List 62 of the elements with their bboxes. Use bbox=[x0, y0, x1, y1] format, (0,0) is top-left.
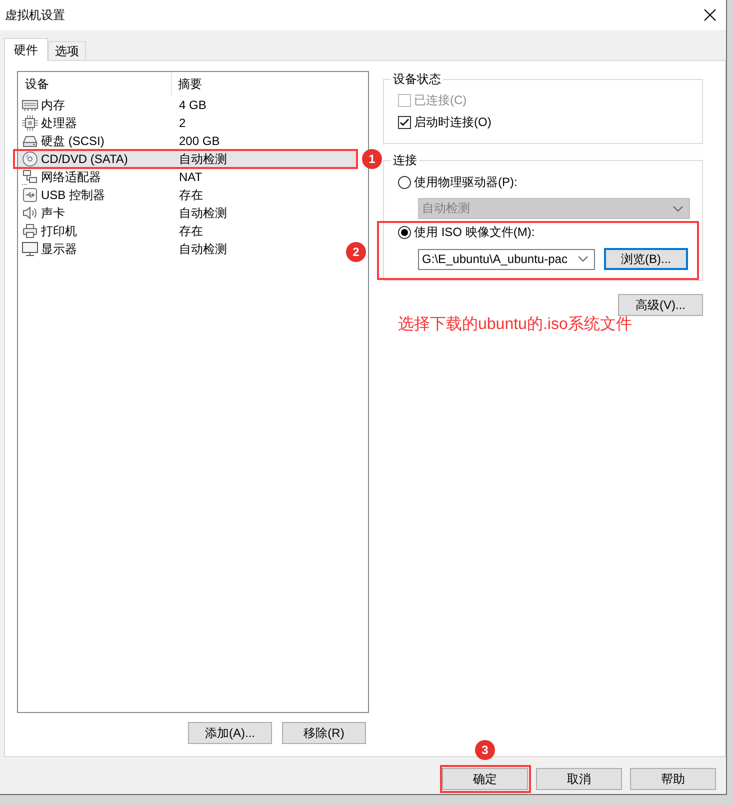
device-summary: 200 GB bbox=[179, 134, 220, 148]
step-badge: 1 bbox=[362, 149, 382, 169]
radio-label: 使用 ISO 映像文件(M): bbox=[414, 224, 535, 240]
network-icon bbox=[22, 169, 38, 185]
advanced-button[interactable]: 高级(V)... bbox=[618, 294, 703, 316]
device-name: 处理器 bbox=[41, 114, 77, 132]
device-row[interactable]: 网络适配器 NAT bbox=[18, 168, 202, 186]
device-row[interactable]: 打印机 存在 bbox=[18, 222, 203, 240]
annotation-note: 选择下载的ubuntu的.iso系统文件 bbox=[398, 316, 632, 334]
list-button[interactable]: 移除(R) bbox=[282, 722, 366, 744]
device-name: 打印机 bbox=[41, 222, 77, 240]
dialog-button[interactable]: 帮助 bbox=[630, 768, 716, 790]
device-row[interactable]: 硬盘 (SCSI) 200 GB bbox=[18, 132, 220, 150]
radio-button[interactable] bbox=[398, 226, 411, 238]
device-name: CD/DVD (SATA) bbox=[41, 152, 128, 166]
device-row[interactable]: 处理器 2 bbox=[18, 114, 186, 132]
dialog-button[interactable]: 确定 bbox=[442, 768, 528, 790]
hard-drive-icon bbox=[22, 133, 38, 149]
chevron-down-icon bbox=[673, 206, 683, 212]
window-title: 虚拟机设置 bbox=[5, 6, 65, 24]
device-row[interactable]: 显示器 自动检测 bbox=[18, 240, 227, 258]
device-summary: 自动检测 bbox=[179, 204, 227, 222]
list-button[interactable]: 添加(A)... bbox=[188, 722, 272, 744]
radio-button[interactable] bbox=[398, 176, 411, 188]
monitor-icon bbox=[22, 241, 38, 257]
group-title: 连接 bbox=[392, 152, 418, 168]
chevron-down-icon bbox=[578, 256, 588, 262]
device-name: 网络适配器 bbox=[41, 168, 101, 186]
iso-path-field[interactable]: G:\E_ubuntu\A_ubuntu-pac bbox=[418, 248, 595, 270]
device-summary: NAT bbox=[179, 170, 202, 184]
radio-label: 使用物理驱动器(P): bbox=[414, 174, 518, 190]
column-header: 设备 bbox=[25, 76, 49, 92]
device-summary: 4 GB bbox=[179, 98, 206, 112]
checkbox[interactable] bbox=[398, 116, 411, 128]
device-summary: 自动检测 bbox=[179, 150, 227, 168]
checkbox-label: 已连接(C) bbox=[414, 92, 467, 108]
chip-icon bbox=[22, 115, 38, 131]
memory-icon bbox=[22, 97, 38, 113]
printer-icon bbox=[22, 223, 38, 239]
device-name: USB 控制器 bbox=[41, 186, 106, 204]
device-name: 内存 bbox=[41, 96, 65, 114]
speaker-icon bbox=[22, 205, 38, 221]
device-name: 显示器 bbox=[41, 240, 77, 258]
tab[interactable]: 选项 bbox=[48, 41, 86, 60]
dialog-button[interactable]: 取消 bbox=[536, 768, 622, 790]
tab[interactable]: 硬件 bbox=[4, 38, 48, 61]
device-row[interactable]: USB 控制器 存在 bbox=[18, 186, 203, 204]
device-row[interactable]: 声卡 自动检测 bbox=[18, 204, 227, 222]
browse-button[interactable]: 浏览(B)... bbox=[604, 248, 688, 270]
column-header: 摘要 bbox=[178, 76, 202, 90]
disc-icon bbox=[22, 151, 38, 167]
close-icon[interactable] bbox=[704, 9, 716, 21]
device-name: 声卡 bbox=[41, 204, 65, 222]
group-title: 设备状态 bbox=[392, 71, 442, 87]
device-name: 硬盘 (SCSI) bbox=[41, 132, 104, 150]
checkbox-label: 启动时连接(O) bbox=[414, 114, 492, 130]
device-summary: 自动检测 bbox=[179, 240, 227, 258]
usb-icon bbox=[22, 187, 38, 203]
device-summary: 存在 bbox=[179, 186, 203, 204]
device-summary: 存在 bbox=[179, 222, 203, 240]
device-row[interactable]: 内存 4 GB bbox=[18, 96, 206, 114]
device-summary: 2 bbox=[179, 116, 186, 130]
